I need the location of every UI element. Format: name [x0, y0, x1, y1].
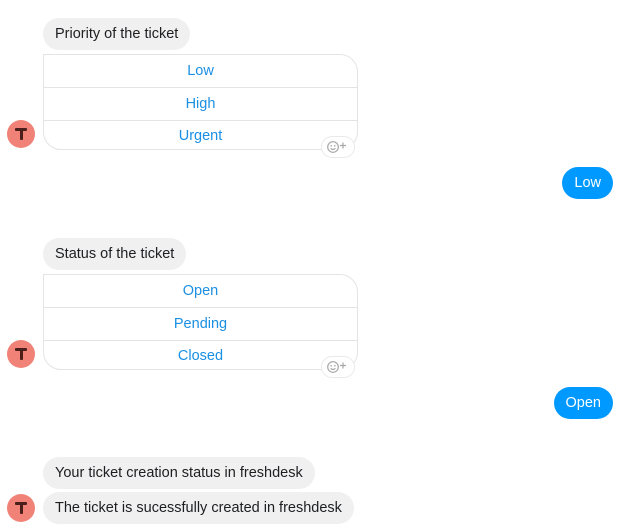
quick-reply-open[interactable]: Open [44, 275, 357, 308]
avatar-letter-icon [15, 502, 27, 514]
bot-avatar [7, 340, 35, 368]
user-reply-status: Open [553, 387, 613, 419]
smiley-plus-icon [327, 141, 346, 153]
user-reply-priority: Low [562, 167, 613, 199]
bot-avatar [7, 120, 35, 148]
bot-message-result-detail: The ticket is sucessfully created in fre… [43, 492, 354, 524]
reaction-button[interactable] [322, 357, 354, 377]
avatar-letter-icon [15, 348, 27, 360]
bot-message-priority-question: Priority of the ticket [43, 18, 191, 50]
quick-reply-low[interactable]: Low [44, 55, 357, 88]
quick-reply-pending[interactable]: Pending [44, 308, 357, 341]
bot-avatar [7, 494, 35, 522]
quick-reply-urgent[interactable]: Urgent [44, 121, 357, 149]
avatar-letter-icon [15, 128, 27, 140]
quick-reply-closed[interactable]: Closed [44, 341, 357, 369]
reaction-button[interactable] [322, 137, 354, 157]
quick-reply-card-priority: Low High Urgent [43, 54, 358, 150]
bot-message-status-question: Status of the ticket [43, 238, 187, 270]
bot-message-result-title: Your ticket creation status in freshdesk [43, 457, 315, 489]
smiley-plus-icon [327, 361, 346, 373]
quick-reply-card-status: Open Pending Closed [43, 274, 358, 370]
quick-reply-high[interactable]: High [44, 88, 357, 121]
